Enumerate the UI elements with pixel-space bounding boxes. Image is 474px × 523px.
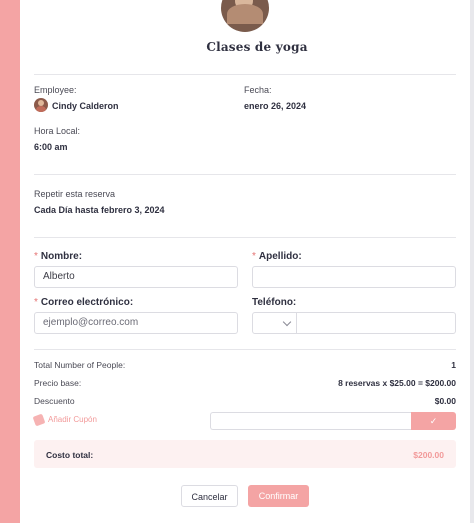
nombre-label: * Nombre: bbox=[34, 251, 82, 262]
apply-coupon-button[interactable]: ✓ bbox=[411, 412, 456, 430]
base-price-row: Precio base: 8 reservas x $25.00 = $200.0… bbox=[34, 378, 456, 388]
employee-name: Cindy Calderon bbox=[52, 101, 119, 111]
hora-value: 6:00 am bbox=[34, 142, 68, 152]
confirm-button[interactable]: Confirmar bbox=[248, 485, 309, 507]
apellido-label-text: Apellido: bbox=[258, 251, 302, 262]
cancel-button[interactable]: Cancelar bbox=[181, 485, 238, 507]
total-cost-box: Costo total: $200.00 bbox=[34, 440, 456, 468]
discount-label: Descuento bbox=[34, 396, 75, 406]
people-value: 1 bbox=[451, 360, 456, 370]
employee-avatar bbox=[34, 98, 48, 112]
base-price-value: 8 reservas x $25.00 = $200.00 bbox=[338, 378, 456, 388]
required-mark: * bbox=[252, 251, 256, 262]
hora-label: Hora Local: bbox=[34, 126, 81, 136]
nombre-label-text: Nombre: bbox=[40, 251, 83, 262]
coupon-input[interactable] bbox=[210, 412, 412, 430]
scrollbar-track[interactable] bbox=[470, 0, 474, 523]
base-price-label: Precio base: bbox=[34, 378, 82, 388]
page-title: Clases de yoga bbox=[206, 40, 308, 54]
coupon-tag-icon bbox=[32, 413, 46, 427]
email-input[interactable]: ejemplo@correo.com bbox=[34, 312, 238, 334]
fecha-value: enero 26, 2024 bbox=[244, 101, 307, 111]
add-coupon-link[interactable]: Añadir Cupón bbox=[32, 413, 97, 427]
coupon-label: Añadir Cupón bbox=[48, 415, 97, 425]
country-code-select[interactable] bbox=[252, 312, 297, 334]
people-label: Total Number of People: bbox=[34, 360, 126, 370]
nombre-input[interactable]: Alberto bbox=[34, 266, 238, 288]
discount-value: $0.00 bbox=[434, 396, 456, 406]
divider bbox=[34, 349, 456, 350]
repeat-label: Repetir esta reserva bbox=[34, 189, 116, 199]
divider bbox=[34, 174, 456, 175]
telefono-label: Teléfono: bbox=[252, 297, 297, 308]
apellido-label: * Apellido: bbox=[252, 251, 302, 262]
people-row: Total Number of People: 1 bbox=[34, 360, 456, 370]
telefono-input[interactable] bbox=[296, 312, 456, 334]
left-accent-bar bbox=[0, 0, 20, 523]
repeat-value: Cada Día hasta febrero 3, 2024 bbox=[34, 205, 165, 215]
fecha-label: Fecha: bbox=[244, 85, 272, 95]
apellido-input[interactable] bbox=[252, 266, 456, 288]
discount-row: Descuento $0.00 bbox=[34, 396, 456, 406]
divider bbox=[34, 74, 456, 75]
total-value: $200.00 bbox=[413, 450, 444, 460]
check-icon: ✓ bbox=[429, 416, 438, 426]
total-label: Costo total: bbox=[46, 450, 94, 460]
service-image bbox=[221, 0, 269, 32]
email-label: * Correo electrónico: bbox=[34, 297, 133, 308]
employee-label: Employee: bbox=[34, 85, 77, 95]
required-mark: * bbox=[34, 251, 38, 262]
required-mark: * bbox=[34, 297, 38, 308]
divider bbox=[34, 237, 456, 238]
email-label-text: Correo electrónico: bbox=[40, 297, 134, 308]
